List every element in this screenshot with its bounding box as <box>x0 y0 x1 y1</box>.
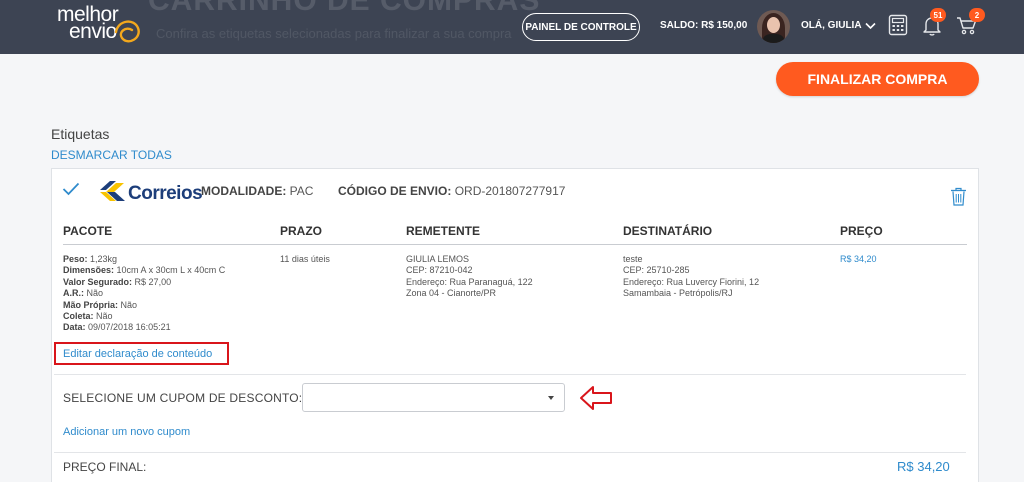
package-details: Peso: 1,23kg Dimensões: 10cm A x 30cm L … <box>63 254 225 334</box>
arrow-left-annotation-icon <box>580 386 612 410</box>
add-coupon-link[interactable]: Adicionar um novo cupom <box>63 426 190 438</box>
recipient-cep: CEP: 25710-285 <box>623 265 690 276</box>
carrier-name: Correios <box>128 183 203 204</box>
delivery-time: 11 dias úteis <box>280 254 330 264</box>
coupon-select[interactable] <box>302 383 565 412</box>
detail-row-ar: A.R.: Não <box>63 288 104 299</box>
label-price: R$ 34,20 <box>840 254 877 264</box>
trash-icon[interactable] <box>950 187 967 206</box>
unselect-all-link[interactable]: DESMARCAR TODAS <box>51 148 172 162</box>
section-divider <box>54 374 966 375</box>
recipient-address: Endereço: Rua Luvercy Fiorini, 12 <box>623 276 760 287</box>
detail-row-insured-value: Valor Segurado: R$ 27,00 <box>63 276 172 287</box>
final-price-label: PREÇO FINAL: <box>63 460 147 474</box>
balance-text: SALDO: R$ 150,00 <box>660 20 748 31</box>
notifications-badge: 51 <box>930 8 946 22</box>
logo-swirl-icon <box>114 20 140 43</box>
detail-row-weight: Peso: 1,23kg <box>63 254 118 264</box>
detail-row-date: Data: 09/07/2018 16:05:21 <box>63 322 171 333</box>
shipping-code: CÓDIGO DE ENVIO: ORD-201807277917 <box>338 184 566 198</box>
column-header-prazo: PRAZO <box>280 224 322 238</box>
avatar[interactable] <box>757 10 790 43</box>
recipient-details: teste CEP: 25710-285 Endereço: Rua Luver… <box>623 254 759 300</box>
chevron-down-icon <box>864 22 876 29</box>
sender-city: Zona 04 - Cianorte/PR <box>406 288 497 299</box>
sender-cep: CEP: 87210-042 <box>406 265 473 276</box>
final-price-value: R$ 34,20 <box>897 459 950 474</box>
page-title-background: CARRINHO DE COMPRAS <box>148 0 541 17</box>
table-header-divider <box>63 244 967 245</box>
section-divider <box>54 452 966 453</box>
column-header-pacote: PACOTE <box>63 224 113 238</box>
top-header: CARRINHO DE COMPRAS Confira as etiquetas… <box>0 0 1024 54</box>
shipping-mode: MODALIDADE: PAC <box>201 184 314 198</box>
melhor-envio-logo[interactable]: melhor envio <box>57 4 119 42</box>
recipient-city: Samambaia - Petrópolis/RJ <box>623 288 733 299</box>
detail-row-dimensions: Dimensões: 10cm A x 30cm L x 40cm C <box>63 265 226 276</box>
section-title: Etiquetas <box>51 126 110 142</box>
column-header-remetente: REMETENTE <box>406 224 481 238</box>
column-header-preco: PREÇO <box>840 224 883 238</box>
detail-row-own-hand: Mão Própria: Não <box>63 299 138 310</box>
sender-address: Endereço: Rua Paranaguá, 122 <box>406 276 533 287</box>
correios-logo-icon <box>100 181 125 201</box>
calculator-icon[interactable] <box>886 13 910 37</box>
page-subtitle-background: Confira as etiquetas selecionadas para f… <box>156 26 512 41</box>
greeting-text: OLÁ, GIULIA <box>801 20 862 31</box>
detail-row-pickup: Coleta: Não <box>63 311 113 322</box>
user-menu[interactable]: OLÁ, GIULIA <box>801 20 876 31</box>
coupon-label: SELECIONE UM CUPOM DE DESCONTO: <box>63 391 303 405</box>
edit-declaration-label: Editar declaração de conteúdo <box>63 347 213 360</box>
edit-declaration-link[interactable]: Editar declaração de conteúdo <box>54 342 229 365</box>
sender-name: GIULIA LEMOS <box>406 254 470 264</box>
recipient-name: teste <box>623 254 643 264</box>
sender-details: GIULIA LEMOS CEP: 87210-042 Endereço: Ru… <box>406 254 533 300</box>
check-icon[interactable] <box>62 182 80 196</box>
column-header-destinatario: DESTINATÁRIO <box>623 224 713 238</box>
caret-down-icon <box>548 396 554 400</box>
cart-badge: 2 <box>969 8 985 22</box>
finalize-purchase-button[interactable]: FINALIZAR COMPRA <box>776 62 979 96</box>
control-panel-button[interactable]: PAINEL DE CONTROLE <box>522 13 640 41</box>
